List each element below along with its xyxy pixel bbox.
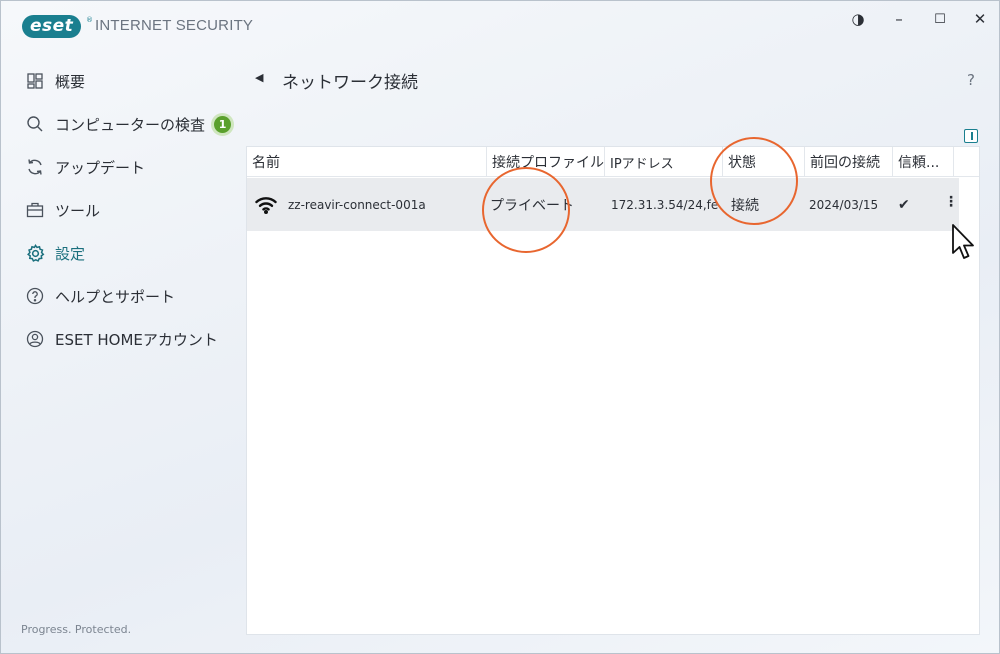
briefcase-icon <box>25 200 45 220</box>
gear-icon <box>25 243 45 263</box>
last-connected: 2024/03/15 <box>809 197 879 212</box>
sidebar-item-label: ヘルプとサポート <box>55 287 176 306</box>
sidebar-item-label: 概要 <box>55 72 86 91</box>
minimize-button[interactable]: – <box>885 9 913 29</box>
sidebar-item-label: 設定 <box>55 244 86 263</box>
sidebar-item-label: コンピューターの検査 <box>55 115 206 134</box>
table-header: 名前 接続プロファイル IPアドレス 状態 前回の接続 信頼... <box>247 147 979 177</box>
network-connections-table: 名前 接続プロファイル IPアドレス 状態 前回の接続 信頼... zz-rea… <box>246 146 980 635</box>
help-circle-icon <box>25 286 45 306</box>
sidebar-item-help[interactable]: ヘルプとサポート <box>25 283 175 309</box>
search-icon <box>25 114 45 134</box>
app-window: eset ® INTERNET SECURITY ◑ – ☐ ✕ 概要 コンピュ… <box>0 0 1000 654</box>
collapse-panel-icon[interactable] <box>964 129 978 143</box>
column-header-status[interactable]: 状態 <box>723 147 805 177</box>
logo-registered-mark: ® <box>86 16 93 24</box>
close-button[interactable]: ✕ <box>966 9 994 29</box>
table-row[interactable]: zz-reavir-connect-001a プライベート 172.31.3.5… <box>247 178 959 231</box>
refresh-icon <box>25 157 45 177</box>
column-header-last-connected[interactable]: 前回の接続 <box>805 147 893 177</box>
page-title: ネットワーク接続 <box>282 73 418 93</box>
eset-logo: eset ® <box>22 14 93 39</box>
column-header-ip[interactable]: IPアドレス <box>605 147 723 177</box>
sidebar-item-label: ESET HOMEアカウント <box>55 330 218 349</box>
product-name: INTERNET SECURITY <box>95 17 254 34</box>
sidebar-item-settings[interactable]: 設定 <box>25 240 85 266</box>
ip-address: 172.31.3.54/24,fe8... <box>611 197 719 212</box>
sidebar-item-overview[interactable]: 概要 <box>25 68 85 94</box>
back-button[interactable]: ◀ <box>255 71 263 84</box>
sidebar-item-label: アップデート <box>55 158 146 177</box>
sidebar-item-computer-scan[interactable]: コンピューターの検査 1 <box>25 111 232 137</box>
column-header-profile[interactable]: 接続プロファイル <box>487 147 605 177</box>
trusted-check-icon: ✔ <box>898 196 910 213</box>
account-icon <box>25 329 45 349</box>
tagline: Progress. Protected. <box>21 623 132 636</box>
help-button[interactable]: ? <box>967 71 975 89</box>
sidebar-item-label: ツール <box>55 201 101 220</box>
column-header-name[interactable]: 名前 <box>247 147 487 177</box>
more-options-icon[interactable]: ⋮ <box>944 194 958 210</box>
connection-profile: プライベート <box>490 197 574 214</box>
sidebar-item-eset-home[interactable]: ESET HOMEアカウント <box>25 326 218 352</box>
maximize-button[interactable]: ☐ <box>926 9 954 29</box>
mouse-cursor-icon <box>951 223 977 267</box>
sidebar-item-update[interactable]: アップデート <box>25 154 145 180</box>
notification-badge: 1 <box>214 115 232 133</box>
connection-name: zz-reavir-connect-001a <box>288 197 426 212</box>
logo-text: eset <box>22 15 82 38</box>
wifi-icon <box>255 178 277 231</box>
connection-status: 接続 <box>731 197 759 214</box>
sidebar-item-tools[interactable]: ツール <box>25 197 100 223</box>
column-header-trusted[interactable]: 信頼... <box>893 147 954 177</box>
dashboard-icon <box>25 71 45 91</box>
theme-toggle-icon[interactable]: ◑ <box>844 9 872 29</box>
